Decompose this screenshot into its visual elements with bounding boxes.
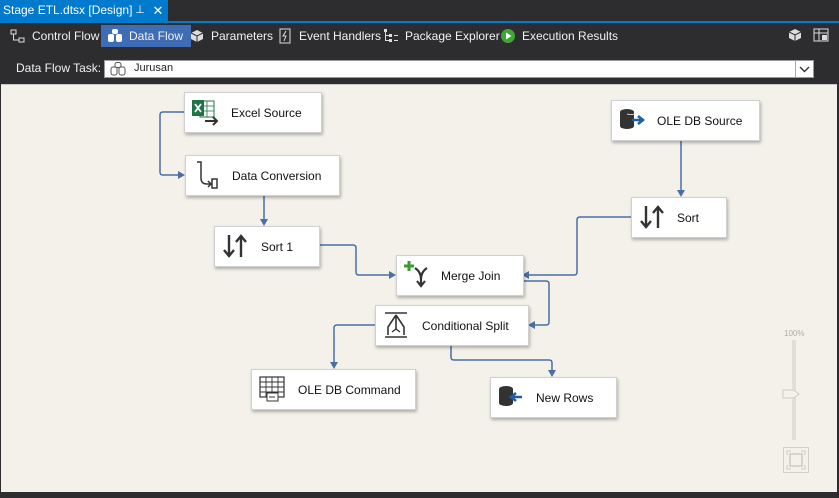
tab-label: Data Flow [129, 29, 184, 43]
sort-icon [223, 234, 247, 258]
component-label: New Rows [536, 390, 594, 405]
chevron-down-icon[interactable] [795, 61, 813, 77]
zoom-slider-thumb[interactable] [782, 389, 800, 399]
component-label: Conditional Split [422, 318, 509, 333]
component-label: Sort [677, 210, 700, 225]
conditional-split-icon [385, 312, 407, 338]
component-new-rows[interactable]: New Rows [490, 377, 617, 418]
oledb-destination-icon [499, 386, 522, 406]
component-oledb-source[interactable]: OLE DB Source [611, 100, 760, 141]
merge-join-icon [404, 261, 428, 288]
component-sort[interactable]: Sort [631, 197, 727, 238]
zoom-to-fit-button[interactable] [783, 447, 809, 473]
data-flow-task-value: Jurusan [134, 62, 174, 74]
data-flow-icon [110, 62, 126, 76]
component-label: OLE DB Command [298, 382, 401, 397]
sort-icon [640, 205, 664, 229]
data-flow-task-dropdown[interactable]: Jurusan [104, 60, 814, 78]
component-label: Sort 1 [261, 239, 294, 254]
component-excel-source[interactable]: Excel Source [184, 92, 322, 133]
excel-source-icon [192, 100, 219, 126]
component-sort-1[interactable]: Sort 1 [214, 226, 320, 267]
component-label: Excel Source [231, 105, 302, 120]
package-explorer-icon [384, 28, 398, 42]
tab-label: Package Explorer [405, 29, 500, 43]
tab-label: Execution Results [522, 29, 619, 43]
component-merge-join[interactable]: Merge Join [396, 255, 524, 296]
toolbox-icon[interactable] [787, 27, 803, 43]
variables-icon[interactable] [813, 27, 829, 43]
tab-parameters[interactable]: Parameters [183, 25, 273, 47]
component-label: OLE DB Source [657, 113, 743, 128]
tab-data-flow[interactable]: Data Flow [101, 25, 192, 47]
component-data-conversion[interactable]: Data Conversion [185, 155, 340, 196]
data-conversion-icon [197, 161, 218, 189]
data-flow-icon [108, 28, 122, 42]
status-strip [0, 492, 839, 498]
zoom-level-label: 100% [784, 329, 805, 338]
tab-label: Parameters [211, 29, 274, 43]
oledb-source-icon [620, 109, 646, 129]
tab-package-explorer[interactable]: Package Explorer [377, 25, 500, 47]
execution-results-icon [501, 28, 515, 43]
component-label: Data Conversion [232, 168, 322, 183]
tab-control-flow[interactable]: Control Flow [4, 25, 99, 47]
tab-label: Control Flow [32, 29, 100, 43]
close-icon[interactable]: ✕ [150, 0, 166, 21]
pin-icon[interactable]: ⊥ [133, 0, 147, 21]
document-tab-title: Stage ETL.dtsx [Design] [3, 3, 133, 17]
component-conditional-split[interactable]: Conditional Split [375, 305, 529, 346]
document-tab[interactable]: Stage ETL.dtsx [Design] ⊥ ✕ [0, 0, 168, 21]
designer-tab-bar: Control Flow Data Flow Parameters Event … [0, 23, 839, 49]
tab-execution-results[interactable]: Execution Results [494, 25, 618, 47]
parameters-icon [190, 29, 204, 42]
control-flow-icon [10, 29, 25, 43]
tab-label: Event Handlers [299, 29, 382, 43]
event-handlers-icon [279, 28, 291, 44]
component-label: Merge Join [441, 268, 501, 283]
data-flow-task-label: Data Flow Task: [16, 61, 102, 75]
fit-icon [786, 450, 806, 470]
component-oledb-command[interactable]: OLE DB Command [251, 369, 416, 410]
tab-event-handlers[interactable]: Event Handlers [271, 25, 381, 47]
oledb-command-icon [259, 376, 285, 402]
